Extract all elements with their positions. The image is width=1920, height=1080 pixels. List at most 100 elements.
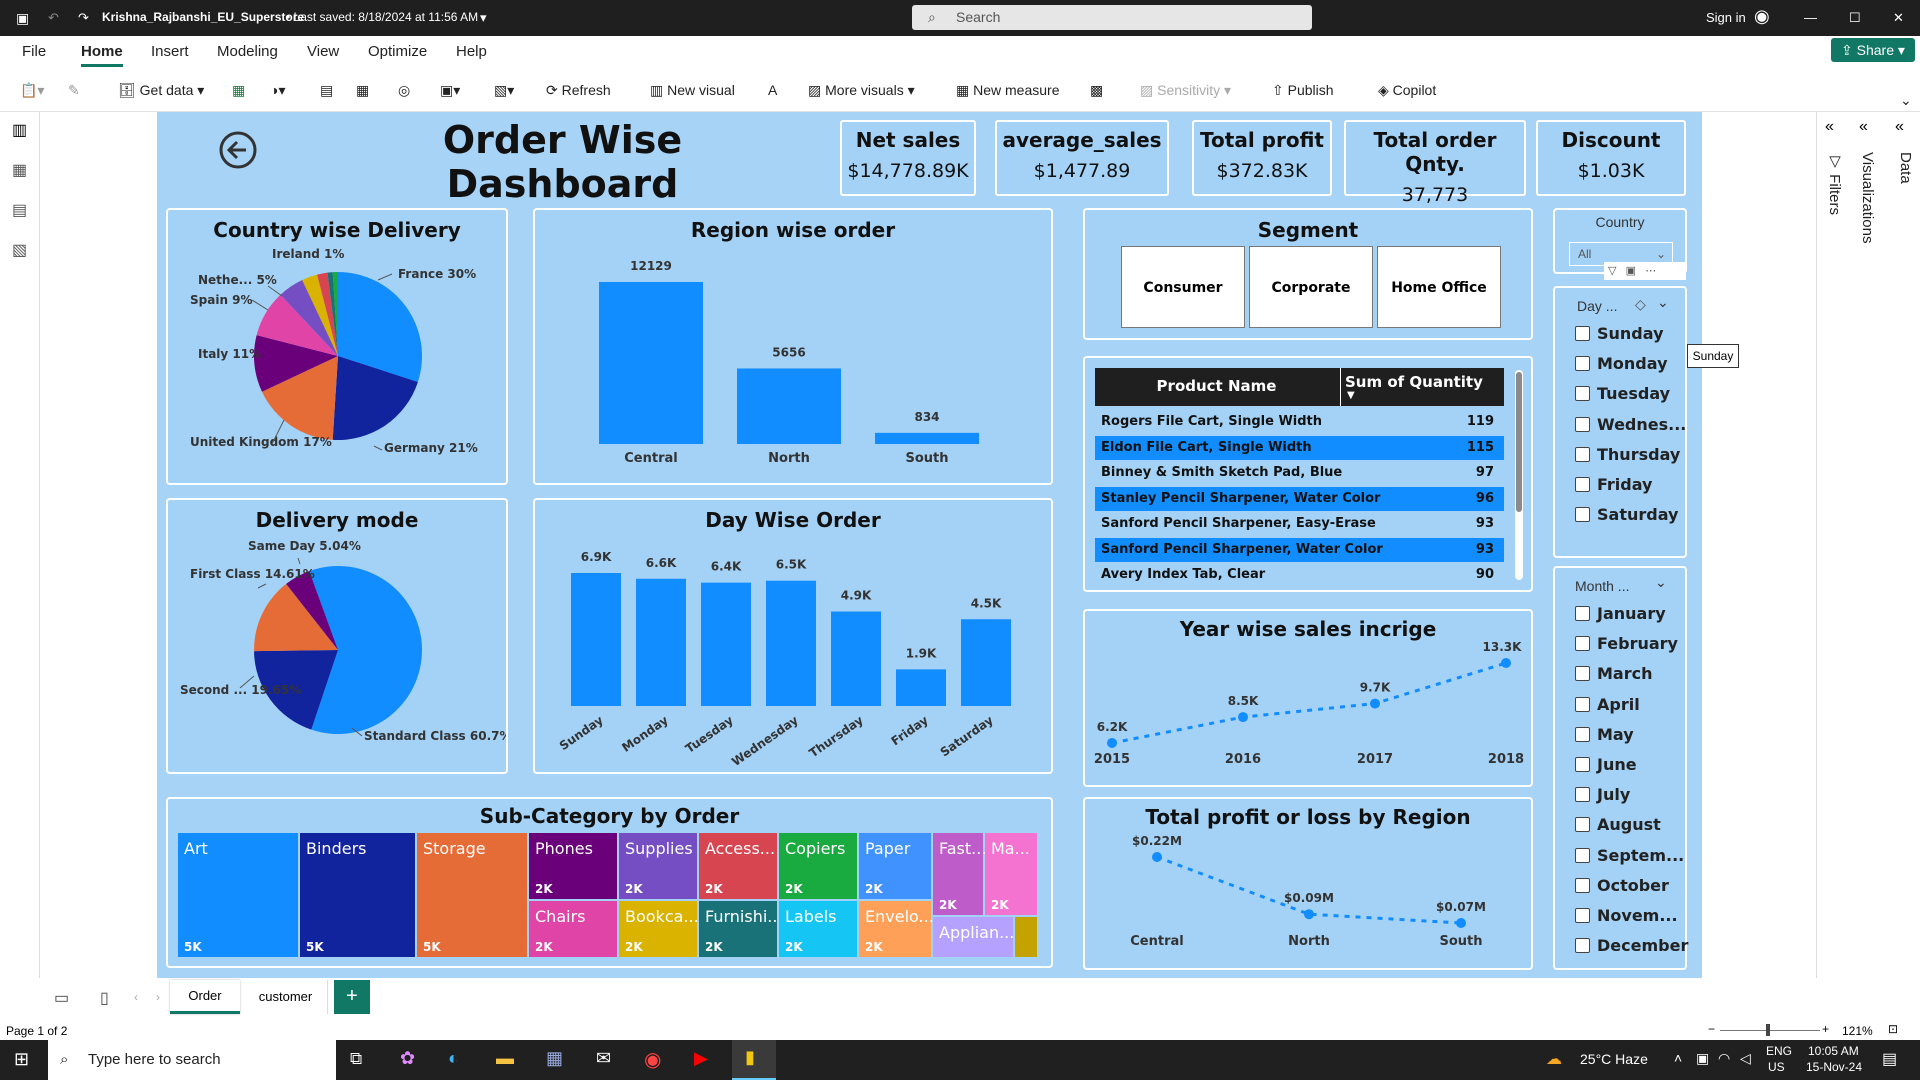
account-icon[interactable]: ◉ (1754, 6, 1770, 27)
checkbox[interactable] (1575, 938, 1590, 954)
wifi-icon[interactable]: ◠ (1718, 1050, 1730, 1067)
data-point[interactable] (1238, 712, 1248, 723)
menu-item-view[interactable]: View (307, 43, 339, 60)
bar[interactable] (875, 432, 979, 444)
slicer-item-label[interactable]: Septem... (1597, 846, 1684, 865)
paste-icon[interactable]: 📋▾ (20, 82, 44, 99)
next-page-icon[interactable]: › (156, 990, 160, 1004)
slicer-item-label[interactable]: Wednes... (1597, 415, 1686, 434)
data-pane-tab[interactable]: Data (1897, 152, 1914, 184)
kpi-net-sales[interactable]: Net sales $14,778.89K (840, 120, 976, 196)
meet-icon[interactable]: ▣ (1696, 1050, 1709, 1067)
region-order-chart[interactable]: Region wise order 12129 Central 5656 North 8… (533, 208, 1053, 485)
excel-icon[interactable]: ▦ (232, 82, 245, 99)
slicer-item-label[interactable]: July (1597, 785, 1630, 804)
filters-pane-tab[interactable]: ▽ Filters (1825, 152, 1843, 215)
collapse-visualizations-icon[interactable]: « (1859, 118, 1868, 136)
menu-item-modeling[interactable]: Modeling (217, 43, 278, 60)
mail-icon[interactable]: ✉ (596, 1048, 611, 1069)
file-explorer-icon[interactable]: ▬ (496, 1048, 514, 1069)
treemap-tile[interactable]: Bookca... 2K (619, 901, 699, 957)
volume-icon[interactable]: ◁ (1740, 1050, 1751, 1067)
bar[interactable] (961, 619, 1011, 706)
search-input[interactable]: ⌕ Search (912, 5, 1312, 30)
desktop-layout-icon[interactable]: ▭ (54, 988, 69, 1008)
menu-item-optimize[interactable]: Optimize (368, 43, 427, 60)
bar[interactable] (636, 578, 686, 706)
menu-item-file[interactable]: File (22, 43, 46, 60)
tray-chevron-icon[interactable]: ˄ (1674, 1050, 1682, 1066)
column-header-quantity[interactable]: Sum of Quantity (1345, 373, 1483, 391)
kpi-average-sales[interactable]: average_sales $1,477.89 (995, 120, 1169, 196)
store-icon[interactable]: ▦ (546, 1048, 563, 1069)
treemap-tile[interactable] (1015, 917, 1037, 957)
language-code[interactable]: ENG (1766, 1044, 1792, 1058)
table-icon[interactable]: ▦ (356, 82, 369, 99)
visualizations-pane-tab[interactable]: Visualizations (1859, 152, 1876, 243)
table-row[interactable]: Eldon File Cart, Single Width 115 (1095, 435, 1504, 460)
slicer-item-label[interactable]: April (1597, 695, 1640, 714)
checkbox[interactable] (1575, 386, 1590, 402)
segment-consumer-button[interactable]: Consumer (1121, 246, 1245, 328)
youtube-icon[interactable]: ▶ (694, 1048, 708, 1069)
treemap-tile[interactable]: Binders 5K (300, 833, 415, 957)
checkbox[interactable] (1575, 416, 1590, 432)
get-data-button[interactable]: 🗄 Get data ▾ (118, 82, 204, 99)
publish-button[interactable]: ⇧ Publish (1272, 82, 1334, 99)
bar[interactable] (571, 573, 621, 706)
slicer-item-label[interactable]: March (1597, 664, 1652, 683)
clock-time[interactable]: 10:05 AM (1808, 1044, 1859, 1058)
windows-start-icon[interactable]: ⊞ (14, 1049, 29, 1070)
treemap-tile[interactable]: Envelo... 2K (859, 901, 934, 957)
powerbi-taskbar-button[interactable]: ▮ (732, 1040, 776, 1080)
treemap-tile[interactable]: Furnishi... 2K (699, 901, 783, 957)
edge-icon[interactable]: ◐ (448, 1048, 459, 1069)
treemap-tile[interactable]: Paper 2K (859, 833, 931, 899)
table-row[interactable]: Sanford Pencil Sharpener, Easy-Erase 93 (1095, 512, 1504, 536)
new-measure-button[interactable]: ▦ New measure (956, 82, 1060, 99)
clock-date[interactable]: 15-Nov-24 (1806, 1060, 1862, 1074)
weather-text[interactable]: 25°C Haze (1580, 1051, 1648, 1067)
treemap-tile[interactable]: Applian... (933, 917, 1014, 957)
signin-link[interactable]: Sign in (1706, 10, 1746, 25)
scrollbar-thumb[interactable] (1516, 372, 1522, 512)
new-visual-button[interactable]: ▥ New visual (650, 82, 735, 99)
checkbox[interactable] (1575, 696, 1590, 712)
kpi-discount[interactable]: Discount $1.03K (1536, 120, 1686, 196)
slicer-item-label[interactable]: Monday (1597, 354, 1668, 373)
slicer-item-label[interactable]: Saturday (1597, 505, 1678, 524)
task-view-icon[interactable]: ⧉ (350, 1049, 362, 1069)
data-point[interactable] (1304, 909, 1314, 920)
country-delivery-chart[interactable]: Country wise Delivery France 30% Germany … (166, 208, 508, 485)
copilot-button[interactable]: ◈ Copilot (1378, 82, 1436, 99)
tab-customer[interactable]: customer (244, 980, 328, 1014)
collapse-data-icon[interactable]: « (1895, 118, 1904, 136)
chevron-down-icon[interactable]: ⌄ (1657, 294, 1669, 311)
eraser-icon[interactable]: ◇ (1635, 296, 1646, 313)
undo-icon[interactable]: ↶ (48, 10, 59, 26)
treemap-tile[interactable]: Supplies 2K (619, 833, 697, 899)
model-view-icon[interactable]: ▤ (12, 200, 27, 220)
bar[interactable] (701, 582, 751, 706)
menu-item-insert[interactable]: Insert (151, 43, 189, 60)
ribbon-collapse-icon[interactable]: ⌄ (1900, 92, 1912, 109)
checkbox[interactable] (1575, 817, 1590, 833)
zoom-slider-thumb[interactable] (1766, 1024, 1770, 1036)
format-painter-icon[interactable]: ✎ (68, 82, 80, 99)
slicer-item-label[interactable]: Sunday (1597, 324, 1664, 343)
dax-query-icon[interactable]: ▧ (12, 240, 27, 260)
minimize-button[interactable]: — (1804, 10, 1817, 25)
add-page-button[interactable]: + (334, 980, 370, 1014)
zoom-out-icon[interactable]: − (1708, 1022, 1715, 1036)
day-order-chart[interactable]: Day Wise Order 6.9K Sunday 6.6K Monday 6.4K T… (533, 498, 1053, 774)
chevron-down-icon[interactable]: ▾ (480, 10, 487, 26)
kpi-total-order-qty[interactable]: Total order Qnty. 37,773 (1344, 120, 1526, 206)
checkbox[interactable] (1575, 757, 1590, 772)
slicer-item-label[interactable]: December (1597, 936, 1688, 955)
maximize-button[interactable]: ☐ (1849, 10, 1861, 26)
zoom-in-icon[interactable]: + (1822, 1022, 1829, 1036)
checkbox[interactable] (1575, 877, 1590, 893)
close-button[interactable]: ✕ (1893, 10, 1904, 26)
more-options-icon[interactable]: ⋯ (1645, 265, 1656, 277)
slicer-item-label[interactable]: Friday (1597, 475, 1652, 494)
